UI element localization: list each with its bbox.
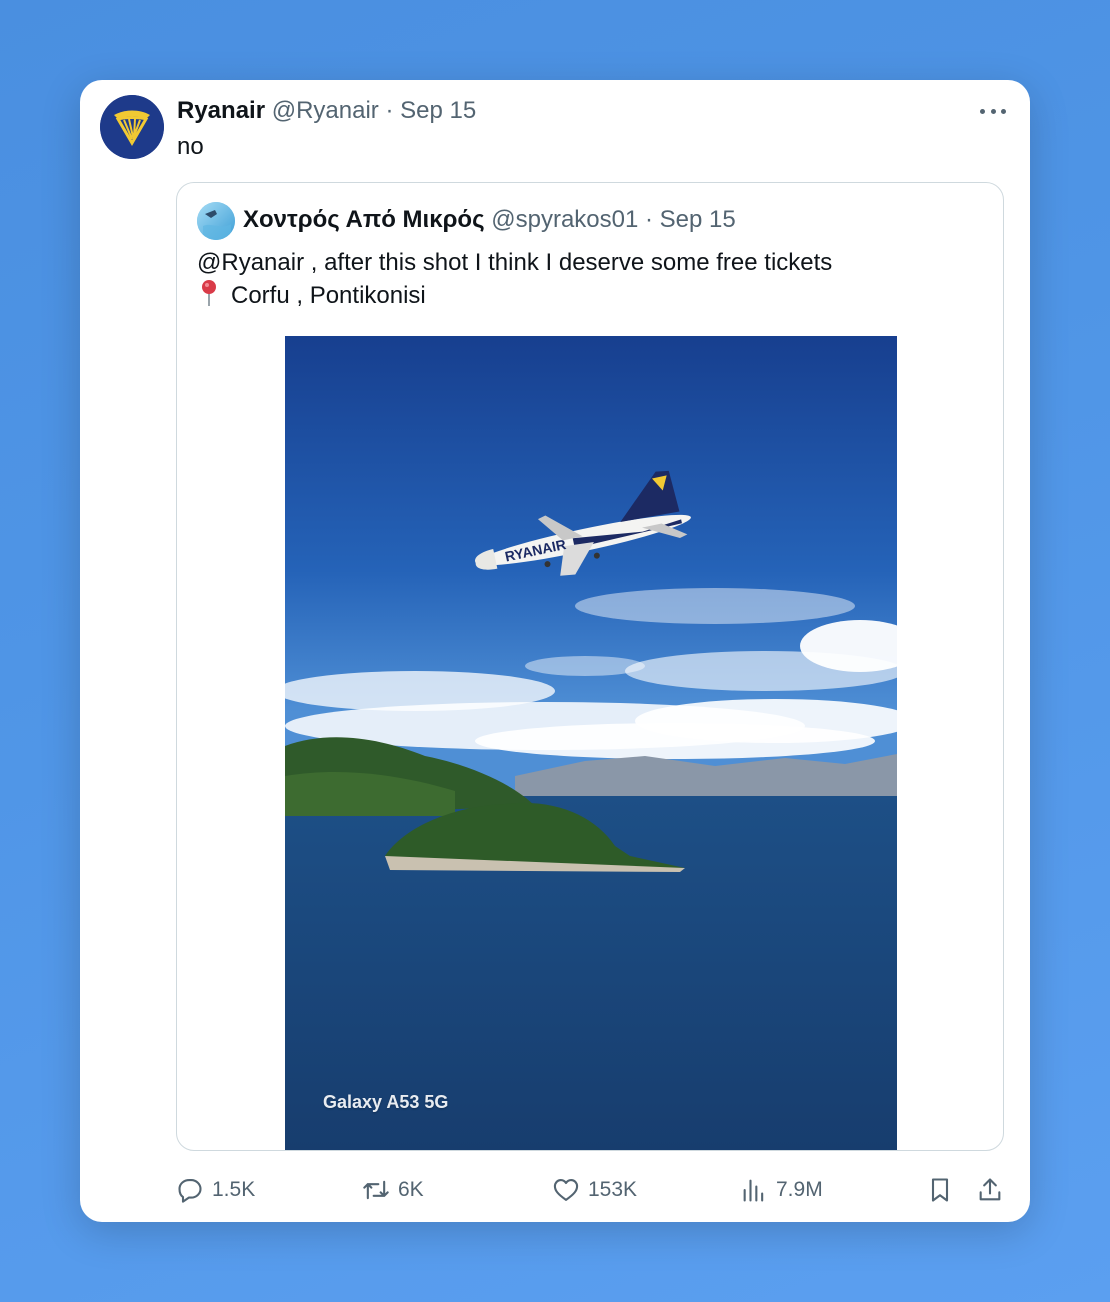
photo-watermark: Galaxy A53 5G xyxy=(323,1092,449,1112)
bookmark-icon xyxy=(931,1178,949,1202)
share-button[interactable] xyxy=(976,1170,1004,1210)
bookmark-button[interactable] xyxy=(926,1170,954,1210)
reply-count: 1.5K xyxy=(212,1178,256,1201)
quoted-tweet[interactable]: Χοντρός Από Μικρός @spyrakos01 · Sep 15 … xyxy=(176,182,1004,1151)
quote-author-name[interactable]: Χοντρός Από Μικρός xyxy=(243,206,485,233)
tweet-photo[interactable]: RYANAIR Galaxy A53 5G xyxy=(285,336,897,1150)
reply-icon xyxy=(178,1179,202,1203)
quote-text-line-2: Corfu , Pontikonisi xyxy=(197,279,832,312)
avatar[interactable] xyxy=(100,95,164,159)
tweet-date[interactable]: Sep 15 xyxy=(400,97,476,124)
ryanair-harp-logo xyxy=(100,95,164,159)
repost-button[interactable]: 6K xyxy=(362,1170,424,1210)
repost-count: 6K xyxy=(398,1178,424,1201)
round-pushpin-icon xyxy=(202,280,216,306)
quote-text-line-1: @Ryanair , after this shot I think I des… xyxy=(197,249,833,276)
tweet-header: Ryanair @Ryanair · Sep 15 xyxy=(177,96,476,126)
quote-avatar[interactable] xyxy=(197,202,235,240)
quote-date[interactable]: Sep 15 xyxy=(660,206,736,233)
more-icon[interactable] xyxy=(980,96,1006,126)
author-handle[interactable]: @Ryanair xyxy=(272,97,379,124)
author-name[interactable]: Ryanair xyxy=(177,97,265,124)
share-icon xyxy=(979,1178,1001,1201)
repost-icon xyxy=(363,1180,389,1200)
views-count: 7.9M xyxy=(776,1178,823,1201)
like-count: 153K xyxy=(588,1178,638,1201)
reply-button[interactable]: 1.5K xyxy=(176,1170,255,1210)
tweet-text: no xyxy=(177,133,204,160)
views-icon xyxy=(743,1179,764,1202)
tweet-card[interactable]: Ryanair @Ryanair · Sep 15 no Χοντρός Από… xyxy=(80,80,1030,1222)
quote-text: @Ryanair , after this shot I think I des… xyxy=(197,247,832,312)
heart-icon xyxy=(553,1179,579,1201)
photo-image: RYANAIR xyxy=(285,336,897,1150)
quote-avatar-image xyxy=(197,202,235,240)
quote-author-handle[interactable]: @spyrakos01 xyxy=(491,206,638,233)
quote-separator: · xyxy=(645,206,653,233)
location-text: Corfu , Pontikonisi xyxy=(231,282,426,309)
like-button[interactable]: 153K xyxy=(552,1170,637,1210)
separator: · xyxy=(385,97,394,124)
quote-header: Χοντρός Από Μικρός @spyrakos01 · Sep 15 xyxy=(243,205,736,235)
views-button[interactable]: 7.9M xyxy=(740,1170,823,1210)
action-bar: 1.5K 6K 153K 7.9M xyxy=(176,1170,1006,1210)
